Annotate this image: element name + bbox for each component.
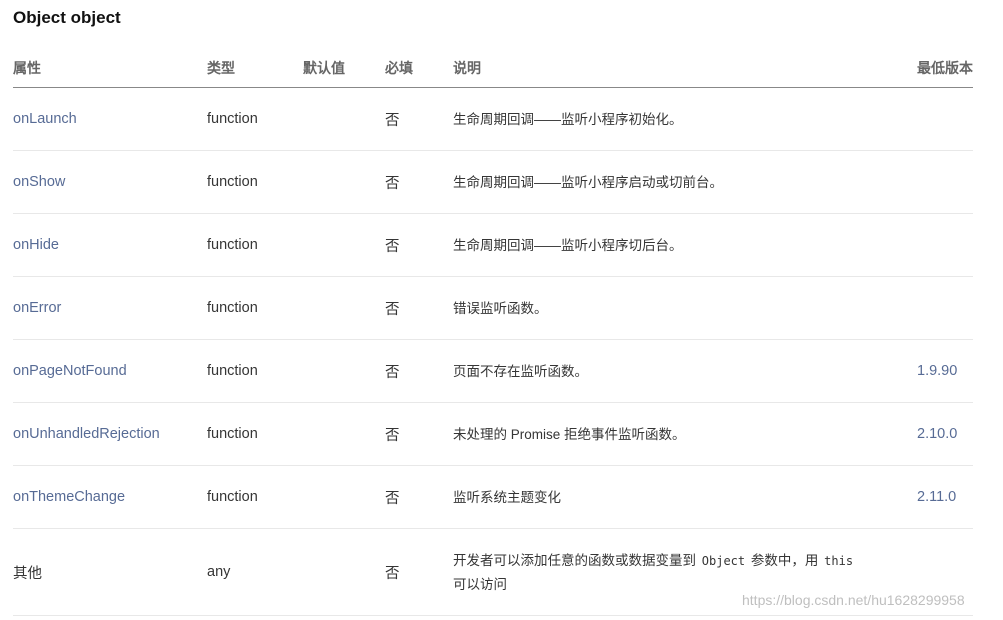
property-default <box>303 465 385 529</box>
table-row: onHide function 否 生命周期回调——监听小程序切后台。 <box>13 213 973 277</box>
property-name-link[interactable]: onUnhandledRejection <box>13 402 207 466</box>
header-required: 必填 <box>385 48 453 88</box>
description-text: 参数中，用 <box>750 552 819 568</box>
description-text: 开发者可以添加任意的函数或数据变量到 <box>453 552 696 568</box>
property-type: function <box>207 87 303 151</box>
table-row: onShow function 否 生命周期回调——监听小程序启动或切前台。 <box>13 150 973 214</box>
property-required: 否 <box>385 402 453 466</box>
property-type: any <box>207 528 303 616</box>
property-type: function <box>207 213 303 277</box>
property-required: 否 <box>385 213 453 277</box>
property-name: 其他 <box>13 528 207 616</box>
property-default <box>303 339 385 403</box>
property-name-link[interactable]: onThemeChange <box>13 465 207 529</box>
table-row: onError function 否 错误监听函数。 <box>13 276 973 340</box>
header-type: 类型 <box>207 48 303 88</box>
property-default <box>303 87 385 151</box>
property-type: function <box>207 339 303 403</box>
description-text: 可以访问 <box>453 576 507 592</box>
property-description: 未处理的 Promise 拒绝事件监听函数。 <box>453 402 917 466</box>
property-min-version-link[interactable]: 2.10.0 <box>917 402 973 466</box>
property-default <box>303 213 385 277</box>
header-description: 说明 <box>453 48 917 88</box>
property-name-link[interactable]: onError <box>13 276 207 340</box>
table-row: onPageNotFound function 否 页面不存在监听函数。 1.9… <box>13 339 973 403</box>
property-default <box>303 150 385 214</box>
property-description: 页面不存在监听函数。 <box>453 339 917 403</box>
property-default <box>303 276 385 340</box>
property-default <box>303 402 385 466</box>
table-row: onLaunch function 否 生命周期回调——监听小程序初始化。 <box>13 87 973 151</box>
property-required: 否 <box>385 150 453 214</box>
property-description: 生命周期回调——监听小程序切后台。 <box>453 213 917 277</box>
property-min-version-link[interactable]: 1.9.90 <box>917 339 973 403</box>
table-row: onThemeChange function 否 监听系统主题变化 2.11.0 <box>13 465 973 529</box>
header-min-version: 最低版本 <box>917 48 973 88</box>
properties-table: 属性 类型 默认值 必填 说明 最低版本 onLaunch function 否… <box>13 48 973 616</box>
property-type: function <box>207 150 303 214</box>
property-min-version-link[interactable]: 2.11.0 <box>917 465 973 529</box>
property-required: 否 <box>385 339 453 403</box>
property-description: 监听系统主题变化 <box>453 465 917 529</box>
watermark: https://blog.csdn.net/hu1628299958 <box>742 592 965 608</box>
inline-code: Object <box>701 553 746 568</box>
property-type: function <box>207 465 303 529</box>
property-name-link[interactable]: onShow <box>13 150 207 214</box>
section-title: Object object <box>13 8 121 27</box>
property-type: function <box>207 276 303 340</box>
property-description: 错误监听函数。 <box>453 276 917 340</box>
property-required: 否 <box>385 528 453 616</box>
header-property: 属性 <box>13 48 207 88</box>
property-name-link[interactable]: onPageNotFound <box>13 339 207 403</box>
property-type: function <box>207 402 303 466</box>
property-required: 否 <box>385 276 453 340</box>
property-min-version <box>917 213 973 277</box>
property-name-link[interactable]: onLaunch <box>13 87 207 151</box>
property-min-version <box>917 150 973 214</box>
property-required: 否 <box>385 87 453 151</box>
property-min-version <box>917 87 973 151</box>
property-description: 生命周期回调——监听小程序启动或切前台。 <box>453 150 917 214</box>
inline-code: this <box>824 553 854 568</box>
property-description: 生命周期回调——监听小程序初始化。 <box>453 87 917 151</box>
property-name-link[interactable]: onHide <box>13 213 207 277</box>
property-required: 否 <box>385 465 453 529</box>
table-header-row: 属性 类型 默认值 必填 说明 最低版本 <box>13 48 973 88</box>
property-default <box>303 528 385 616</box>
table-row: onUnhandledRejection function 否 未处理的 Pro… <box>13 402 973 466</box>
header-default: 默认值 <box>303 48 385 88</box>
property-min-version <box>917 276 973 340</box>
